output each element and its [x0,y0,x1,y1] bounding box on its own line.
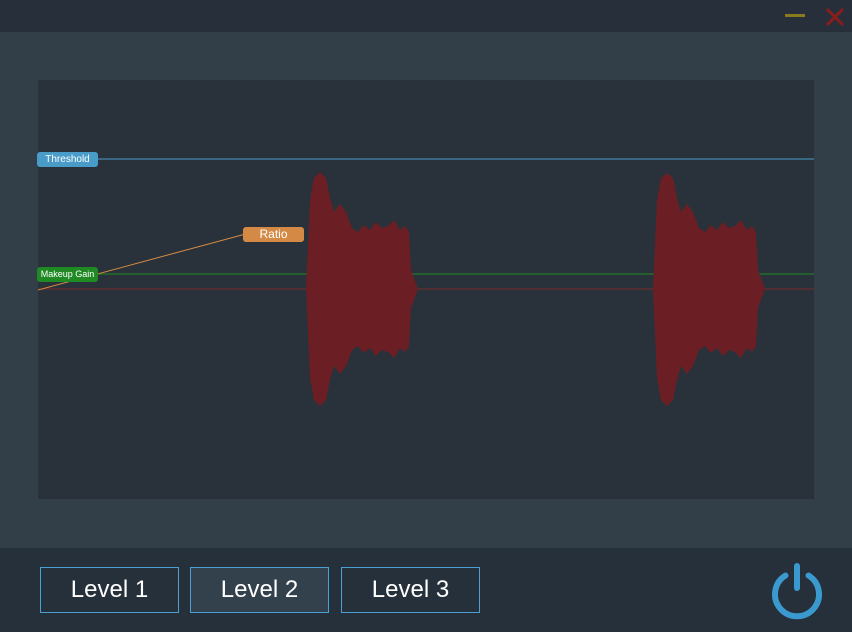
waveform-canvas [38,158,814,406]
waveform-burst-1 [306,172,418,406]
minimize-button[interactable] [783,4,807,28]
close-icon [825,7,845,27]
makeup-gain-handle[interactable]: Makeup Gain [37,267,98,282]
level-1-button[interactable]: Level 1 [40,567,179,613]
waveform-display [38,80,814,499]
level-2-button[interactable]: Level 2 [190,567,329,613]
level-3-button[interactable]: Level 3 [341,567,480,613]
threshold-handle[interactable]: Threshold [37,152,98,167]
power-icon [772,563,822,620]
power-button[interactable] [768,562,826,620]
title-bar [0,0,852,32]
ratio-handle[interactable]: Ratio [243,227,304,242]
close-button[interactable] [823,4,847,28]
waveform-burst-2 [653,173,765,406]
